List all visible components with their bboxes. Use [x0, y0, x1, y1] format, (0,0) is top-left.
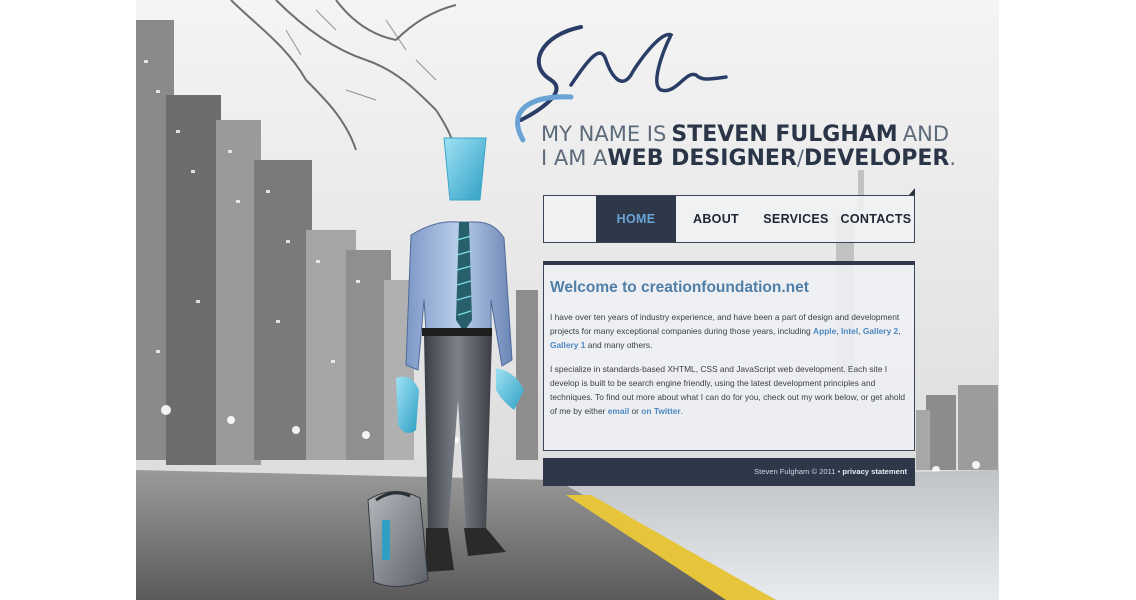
link-separator: , — [898, 326, 901, 336]
welcome-panel: Welcome to creationfoundation.net I have… — [543, 261, 915, 451]
nav-about[interactable]: ABOUT — [676, 196, 756, 242]
copyright-text: Steven Fulgham © 2011 — [754, 467, 836, 476]
hero-stage: MY NAME IS STEVEN FULGHAM AND I AM AWEB … — [136, 0, 999, 600]
intro-text: MY NAME IS — [541, 122, 667, 146]
main-navigation: HOME ABOUT SERVICES CONTACTS — [543, 195, 915, 243]
paragraph-text: or — [629, 406, 642, 416]
role-designer: WEB DESIGNER — [607, 146, 797, 171]
email-link[interactable]: email — [608, 406, 629, 416]
nav-services[interactable]: SERVICES — [756, 196, 836, 242]
nav-corner-decoration — [909, 188, 915, 195]
privacy-statement-link[interactable]: privacy statement — [842, 467, 907, 476]
footer-bar: Steven Fulgham © 2011 • privacy statemen… — [543, 458, 915, 486]
link-apple[interactable]: Apple — [813, 326, 836, 336]
intro-heading: MY NAME IS STEVEN FULGHAM AND I AM AWEB … — [541, 122, 956, 171]
role-developer: DEVELOPER — [803, 146, 950, 171]
nav-home[interactable]: HOME — [596, 196, 676, 242]
intro-paragraph: I have over ten years of industry experi… — [550, 310, 908, 352]
paragraph-text: I specialize in standards-based XHTML, C… — [550, 364, 906, 416]
link-gallery-1[interactable]: Gallery 1 — [550, 340, 585, 350]
heading-period: . — [949, 146, 957, 170]
intro-text: I AM A — [541, 146, 608, 170]
role-separator: / — [796, 146, 804, 170]
footer-bullet: • — [837, 467, 841, 476]
paragraph-text: . — [680, 406, 683, 416]
link-intel[interactable]: Intel — [841, 326, 858, 336]
nav-contacts[interactable]: CONTACTS — [836, 196, 916, 242]
owner-name: STEVEN FULGHAM — [671, 122, 898, 147]
intro-text: AND — [902, 122, 950, 146]
link-gallery-2[interactable]: Gallery 2 — [863, 326, 898, 336]
briefcase — [367, 491, 429, 587]
twitter-link[interactable]: on Twitter — [641, 406, 680, 416]
skills-paragraph: I specialize in standards-based XHTML, C… — [550, 362, 908, 418]
welcome-title: Welcome to creationfoundation.net — [550, 279, 809, 296]
paragraph-text: and many others. — [585, 340, 653, 350]
